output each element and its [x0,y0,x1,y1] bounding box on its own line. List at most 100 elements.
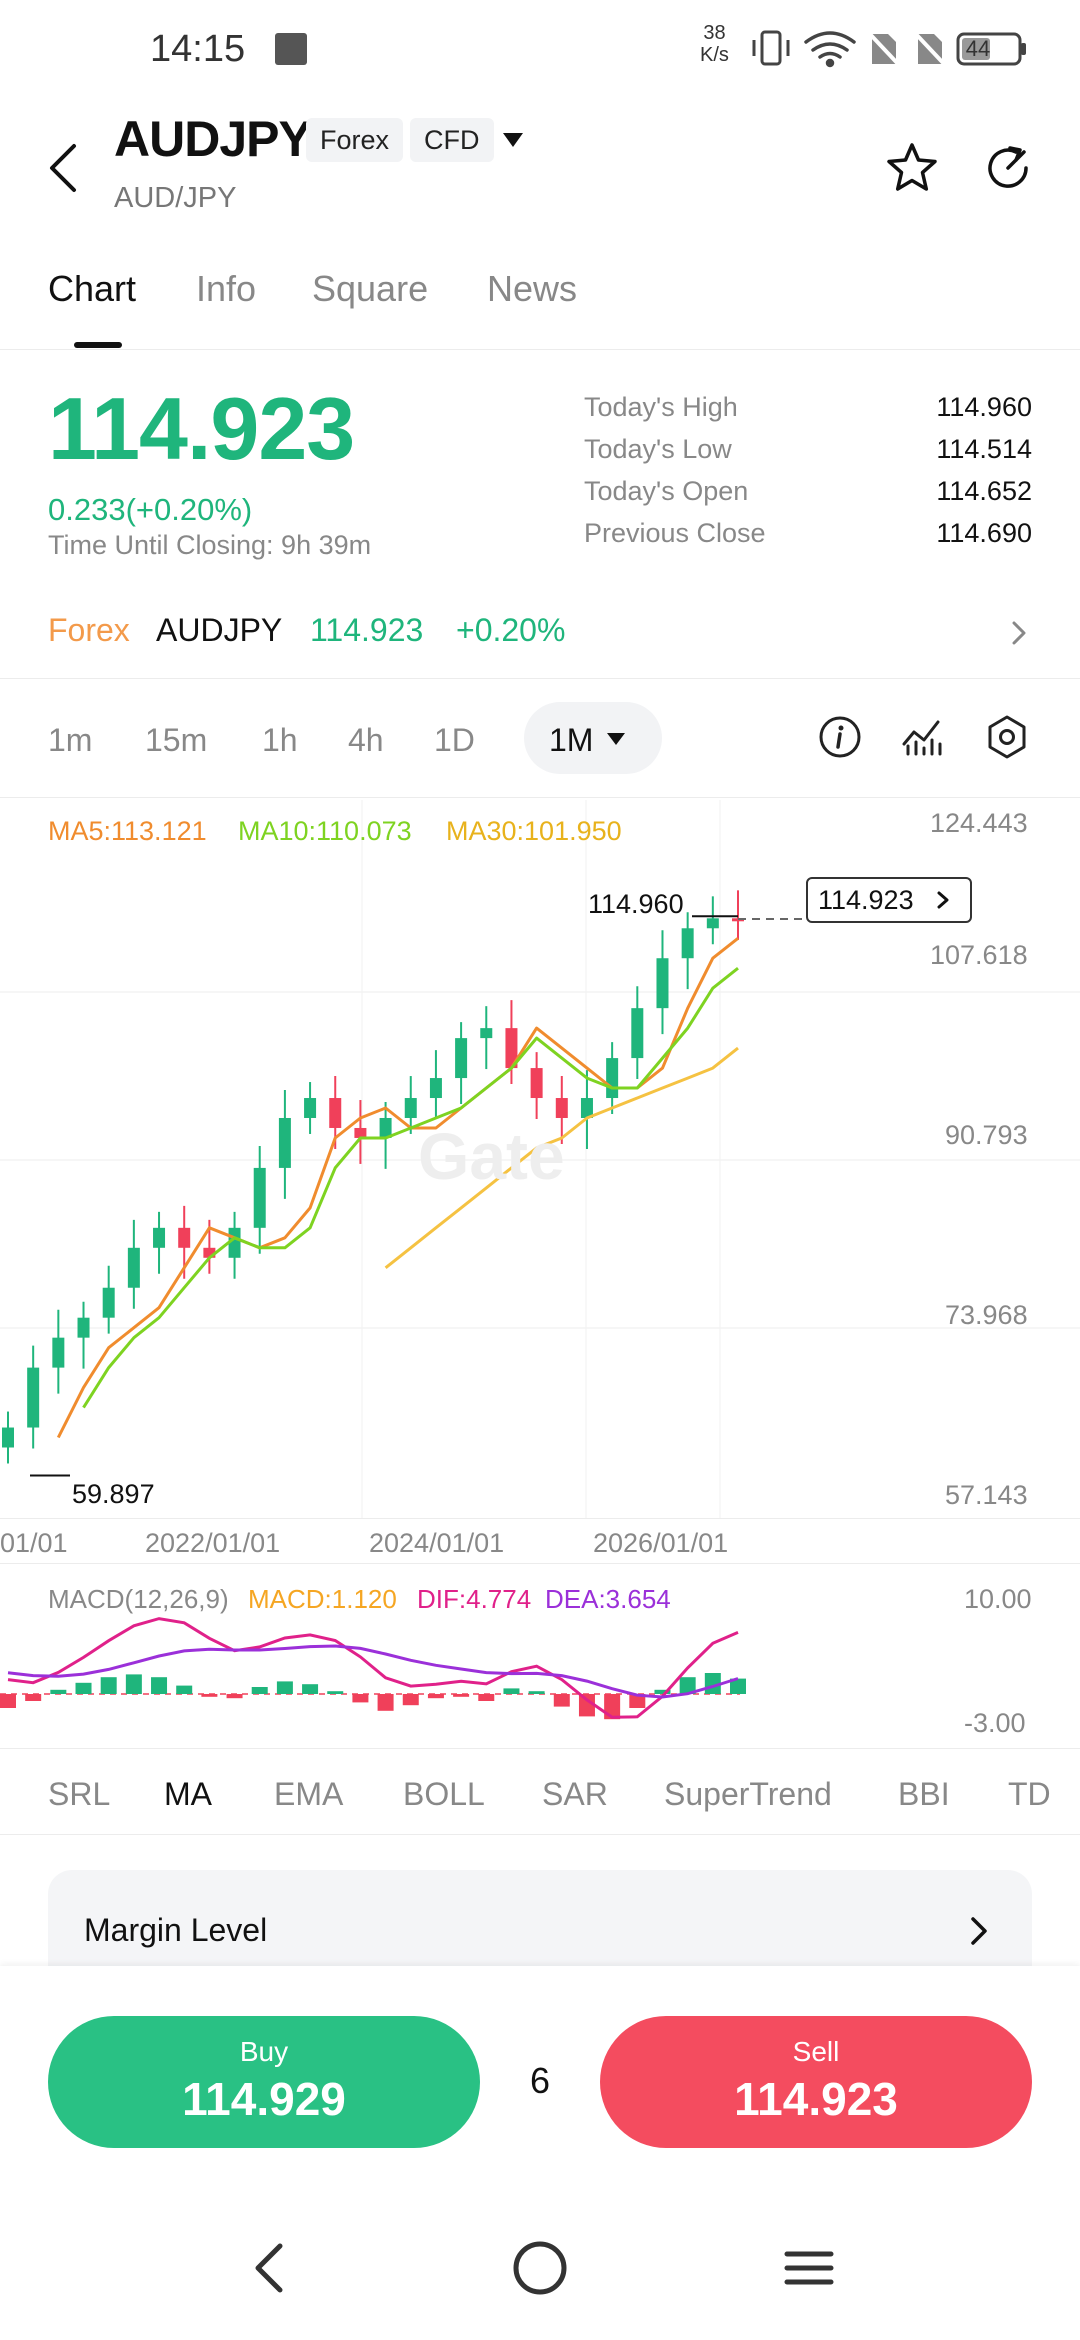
interval-active[interactable]: 1M [549,722,593,759]
tag-cfd[interactable]: CFD [410,118,494,162]
macd-dif: DIF:4.774 [417,1584,532,1614]
stat-value-low: 114.514 [936,434,1032,464]
indicator-ema[interactable]: EMA [274,1776,343,1813]
tab-info[interactable]: Info [196,268,256,310]
legend-ma10: MA10:110.073 [238,816,412,846]
refresh-icon[interactable] [980,140,1036,196]
candle-body [178,1227,191,1248]
star-icon[interactable] [884,140,940,196]
candle-body [455,1038,468,1079]
candle-body [404,1098,417,1118]
candle-body [429,1078,442,1099]
high-label: 114.960 [588,889,684,919]
page-subtitle: AUD/JPY [114,182,237,214]
macd-bar [503,1688,520,1694]
macd-bar [352,1694,369,1703]
indicator-supertrend[interactable]: SuperTrend [664,1776,832,1813]
y-tick-3: 73.968 [945,1300,1028,1330]
indicator-sar[interactable]: SAR [542,1776,608,1813]
indicator-top-divider [0,1748,1080,1749]
chevron-right-icon[interactable] [1008,618,1030,648]
indicator-bbi[interactable]: BBI [898,1776,950,1813]
macd-value: MACD:1.120 [248,1584,397,1614]
macd-bar [377,1694,394,1711]
macd-dea-line [7,1644,739,1699]
macd-bar [226,1694,243,1699]
spread-value: 6 [529,2060,551,2101]
indicator-srl[interactable]: SRL [48,1776,110,1813]
x-tick-1: 2022/01/01 [145,1528,281,1558]
tabs-divider [0,349,1080,350]
x-tick-2: 2024/01/01 [369,1528,505,1558]
candle-body [102,1287,115,1318]
y-tick-1: 107.618 [930,940,1028,970]
net-speed-unit: K/s [700,44,729,66]
info-icon[interactable] [815,712,865,762]
price-tag-chevron-icon [937,891,949,909]
tab-square[interactable]: Square [312,268,428,310]
no-sim-icon [866,30,902,68]
sell-button[interactable]: Sell 114.923 [600,2016,1032,2148]
nav-back-icon[interactable] [250,2240,290,2296]
macd-bar [50,1689,67,1694]
nav-menu-icon[interactable] [784,2248,834,2288]
macd-bar [528,1691,545,1694]
macd-title: MACD(12,26,9) [48,1584,229,1614]
indicator-td[interactable]: TD [1008,1776,1051,1813]
indicator-boll[interactable]: BOLL [403,1776,485,1813]
tab-news[interactable]: News [487,268,577,310]
indicator-ma[interactable]: MA [164,1776,212,1813]
candle-body [354,1127,367,1138]
status-time: 14:15 [150,28,246,70]
x-tick-0: 01/01 [0,1528,68,1558]
macd-dea: DEA:3.654 [545,1584,671,1614]
candle-body [530,1068,543,1099]
stat-label-prev-close: Previous Close [584,518,766,548]
indicator-icon[interactable] [898,712,948,762]
candle-body [2,1427,14,1448]
candle-body [656,958,669,1009]
interval-1m[interactable]: 1m [48,722,92,759]
buy-label: Buy [239,2036,289,2067]
page-title: AUDJPY [114,111,312,167]
tab-chart[interactable]: Chart [48,268,136,310]
nav-home-icon[interactable] [510,2238,570,2298]
candle-body [681,928,694,959]
interval-4h[interactable]: 4h [348,722,384,759]
interval-divider [0,797,1080,798]
buy-price: 114.929 [182,2073,346,2125]
closing-countdown: Time Until Closing: 9h 39m [48,530,372,560]
chevron-down-icon[interactable] [502,132,524,148]
candle-body [253,1167,266,1228]
y-tick-0: 124.443 [930,808,1028,838]
macd-bar [251,1687,268,1694]
stat-label-low: Today's Low [584,434,732,464]
macd-bar [553,1694,570,1707]
candle-body [606,1058,619,1099]
candle-body [278,1117,291,1168]
macd-bar [100,1677,117,1694]
interval-15m[interactable]: 15m [145,722,207,759]
back-icon[interactable] [44,140,84,196]
macd-bar [427,1694,444,1699]
candle-body [77,1317,90,1338]
market-category: Forex [48,612,130,648]
interval-caret-icon [607,733,625,745]
settings-icon[interactable] [982,712,1032,762]
margin-level-label: Margin Level [84,1912,268,1948]
candle-body [329,1098,342,1128]
chevron-right-icon[interactable] [968,1914,990,1948]
buy-button[interactable]: Buy 114.929 [48,2016,480,2148]
last-price: 114.923 [48,379,355,478]
battery-level: 44 [965,36,991,61]
market-change-pct: +0.20% [456,612,566,648]
net-speed: 38 K/s [700,22,729,66]
interval-1d[interactable]: 1D [434,722,475,759]
macd-bar [276,1681,293,1694]
macd-bar [478,1694,495,1701]
y-tick-2: 90.793 [945,1120,1028,1150]
market-symbol: AUDJPY [156,612,283,648]
macd-bar [0,1694,16,1708]
macd-y-tick-0: 10.00 [964,1584,1032,1614]
interval-1h[interactable]: 1h [262,722,298,759]
